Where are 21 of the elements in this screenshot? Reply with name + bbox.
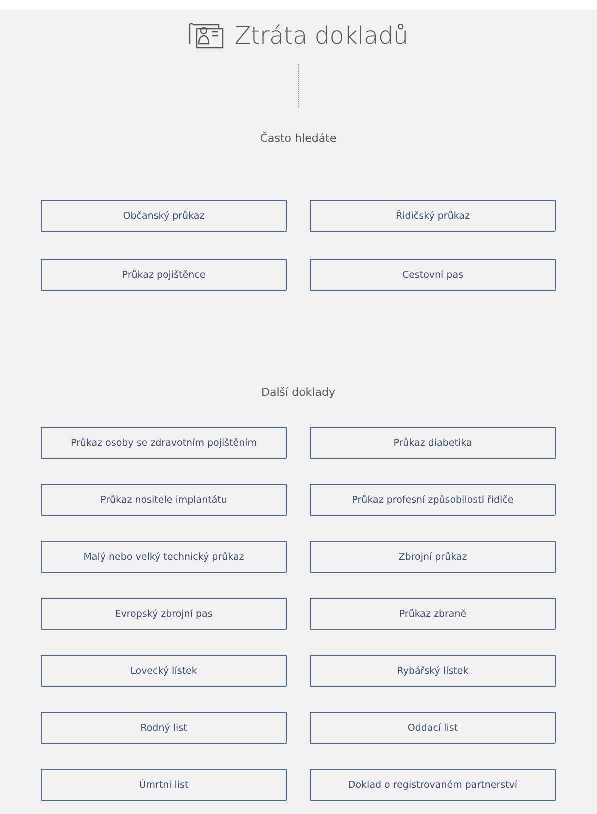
- document-button[interactable]: Evropský zbrojní pas: [41, 598, 287, 630]
- page-title: Ztráta dokladů: [234, 22, 408, 50]
- document-button[interactable]: Lovecký lístek: [41, 655, 287, 687]
- document-button[interactable]: Rodný list: [41, 712, 287, 744]
- document-button[interactable]: Průkaz zbraně: [310, 598, 556, 630]
- section-heading: Často hledáte: [259, 132, 338, 145]
- document-button[interactable]: Průkaz pojištěnce: [41, 259, 287, 291]
- document-button[interactable]: Průkaz osoby se zdravotním pojištěním: [41, 427, 287, 459]
- document-button[interactable]: Průkaz nositele implantátu: [41, 484, 287, 516]
- document-button[interactable]: Občanský průkaz: [41, 200, 287, 232]
- document-button[interactable]: Průkaz diabetika: [310, 427, 556, 459]
- document-button[interactable]: Oddací list: [310, 712, 556, 744]
- document-button[interactable]: Průkaz profesní způsobilosti řidiče: [310, 484, 556, 516]
- document-button[interactable]: Úmrtní list: [41, 769, 287, 801]
- document-button[interactable]: Malý nebo velký technický průkaz: [41, 541, 287, 573]
- document-button[interactable]: Cestovní pas: [310, 259, 556, 291]
- document-button[interactable]: Rybářský lístek: [310, 655, 556, 687]
- document-button[interactable]: Doklad o registrovaném partnerství: [310, 769, 556, 801]
- document-button[interactable]: Řidičský průkaz: [310, 200, 556, 232]
- document-button[interactable]: Zbrojní průkaz: [310, 541, 556, 573]
- section-heading: Další doklady: [260, 386, 336, 399]
